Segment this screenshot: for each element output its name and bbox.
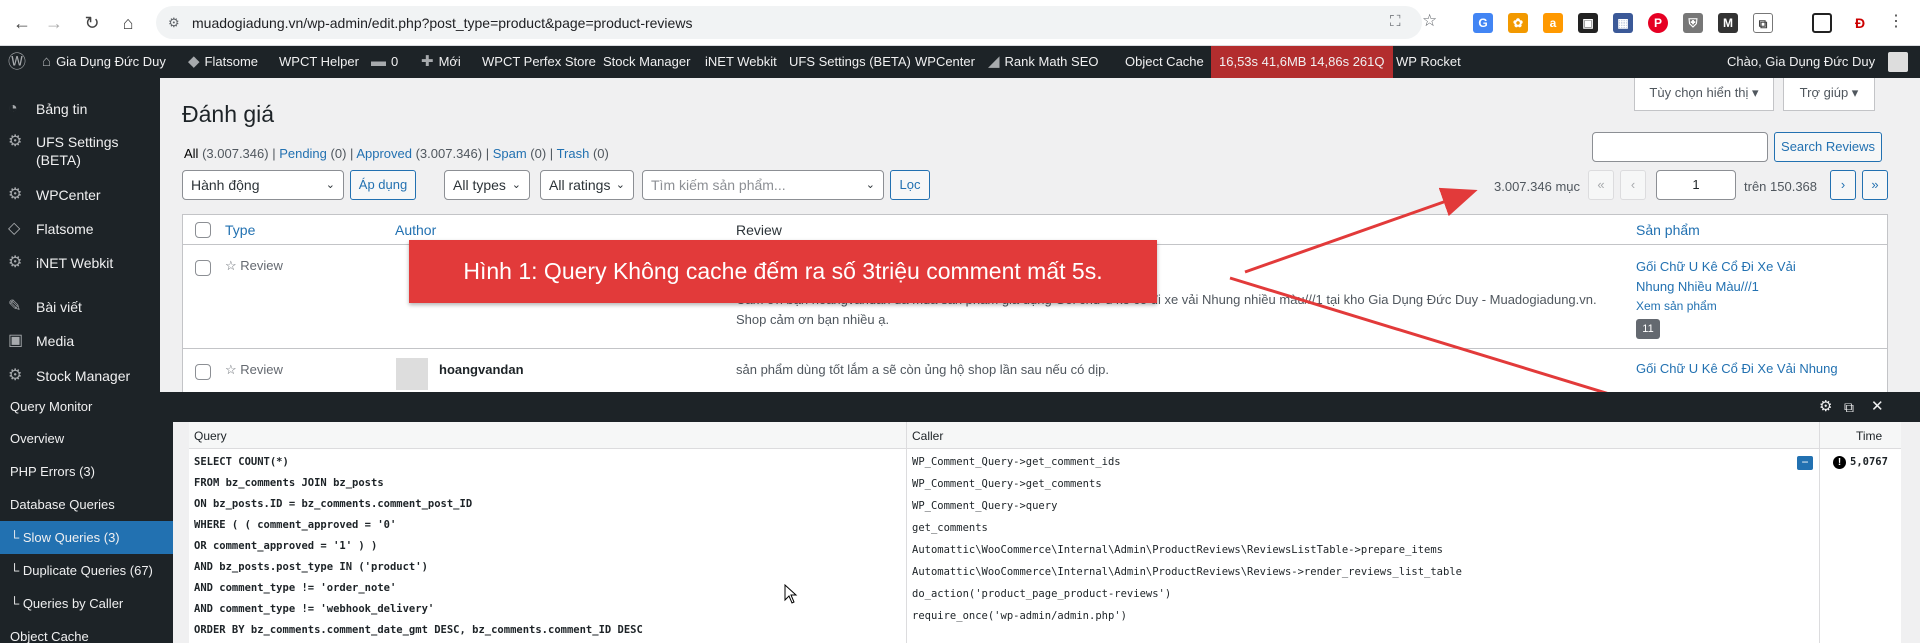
caller-line: do_action('product_page_product-reviews'…: [912, 588, 1172, 600]
caller-line: require_once('wp-admin/admin.php'): [912, 610, 1127, 622]
qm-scrollbar[interactable]: [1901, 422, 1920, 643]
mouse-cursor-icon: [784, 584, 798, 604]
sql-line: AND comment_type != 'webhook_delivery': [194, 603, 435, 615]
qm-nav-database-queries[interactable]: Database Queries: [0, 488, 173, 521]
qm-query-sql: SELECT COUNT(*) FROM bz_comments JOIN bz…: [189, 454, 906, 643]
caller-line: Automattic\WooCommerce\Internal\Admin\Pr…: [912, 566, 1462, 578]
qm-column-query[interactable]: Query: [194, 429, 227, 443]
sql-line: AND bz_posts.post_type IN ('product'): [194, 561, 428, 573]
qm-scrollbar-gutter: [173, 422, 189, 643]
sql-line: OR comment_approved = '1' ) ): [194, 540, 378, 552]
qm-nav-duplicate-queries[interactable]: └ Duplicate Queries (67): [0, 554, 173, 587]
sql-line: ON bz_posts.ID = bz_comments.comment_pos…: [194, 498, 473, 510]
qm-nav-object-cache[interactable]: Object Cache: [0, 620, 173, 643]
caller-line: WP_Comment_Query->get_comment_ids: [912, 456, 1121, 468]
qm-nav-php-errors[interactable]: PHP Errors (3): [0, 455, 173, 488]
qm-nav-queries-by-caller[interactable]: └ Queries by Caller: [0, 587, 173, 620]
close-icon[interactable]: ✕: [1871, 392, 1884, 422]
warning-icon: !: [1833, 456, 1846, 469]
collapse-stack-button[interactable]: −: [1797, 456, 1813, 470]
sql-line: ORDER BY bz_comments.comment_date_gmt DE…: [194, 624, 643, 636]
sql-line: FROM bz_comments JOIN bz_posts: [194, 477, 384, 489]
qm-caller-stack: WP_Comment_Query->get_comment_ids WP_Com…: [907, 454, 1819, 643]
arrow-to-count: [1244, 187, 1478, 274]
qm-nav-overview[interactable]: Overview: [0, 422, 173, 455]
caller-line: get_comments: [912, 522, 988, 534]
qm-table-header: Query Caller Time: [189, 422, 1901, 449]
qm-nav-slow-queries[interactable]: └ Slow Queries (3): [0, 521, 173, 554]
popout-icon[interactable]: ⧉: [1844, 392, 1854, 422]
sql-line: SELECT COUNT(*): [194, 456, 289, 468]
caller-line: WP_Comment_Query->get_comments: [912, 478, 1102, 490]
sql-line: WHERE ( ( comment_approved = '0': [194, 519, 397, 531]
column-divider: [1819, 422, 1820, 643]
qm-column-time[interactable]: Time: [1856, 429, 1882, 443]
gear-icon[interactable]: ⚙: [1819, 392, 1832, 422]
qm-column-caller[interactable]: Caller: [912, 429, 943, 443]
qm-sidebar: Overview PHP Errors (3) Database Queries…: [0, 422, 173, 643]
qm-slow-queries-table: Query Caller Time SELECT COUNT(*) FROM b…: [189, 422, 1901, 643]
query-monitor-header: Query Monitor ⚙ ⧉ ✕: [0, 392, 1920, 422]
sql-line: AND comment_type != 'order_note': [194, 582, 397, 594]
qm-query-time: 5,0767: [1850, 456, 1888, 468]
caller-line: WP_Comment_Query->query: [912, 500, 1058, 512]
caller-line: Automattic\WooCommerce\Internal\Admin\Pr…: [912, 544, 1444, 556]
qm-title: Query Monitor: [10, 399, 93, 414]
